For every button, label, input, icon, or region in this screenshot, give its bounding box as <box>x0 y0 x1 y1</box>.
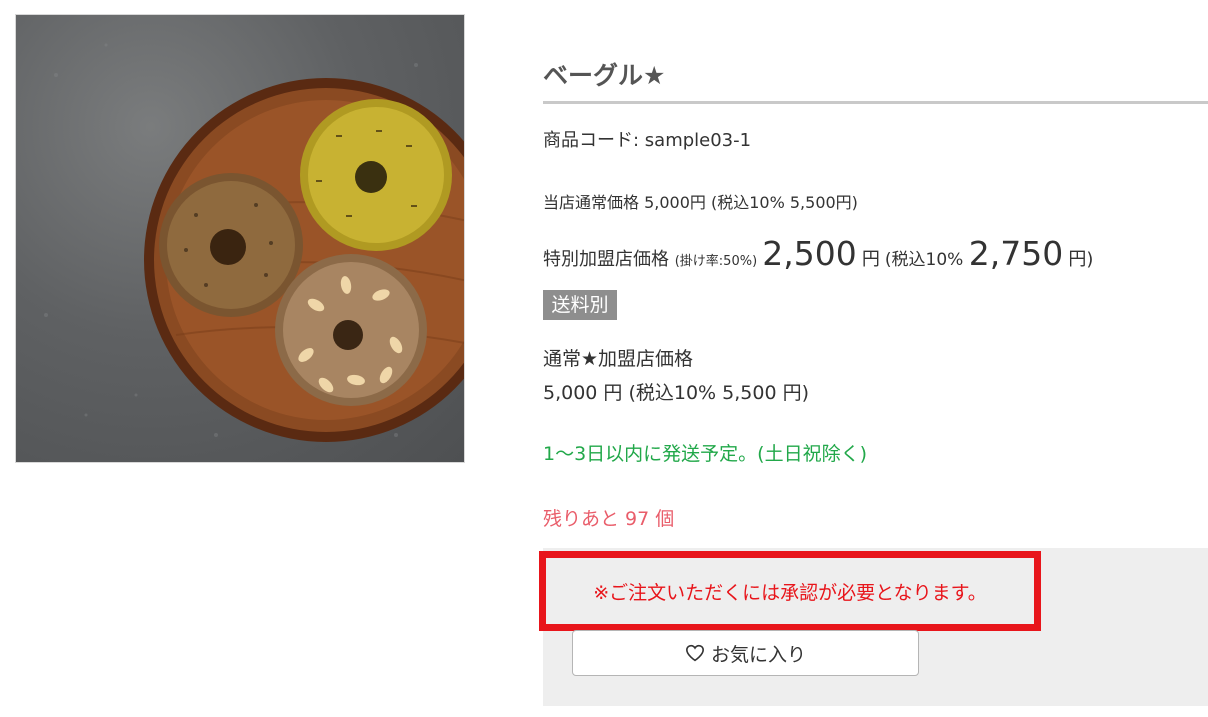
approval-notice: ※ご注文いただくには承認が必要となります。 <box>539 551 1041 631</box>
shipping-schedule: 1～3日以内に発送予定。(土日祝除く) <box>543 443 868 465</box>
approval-notice-text: ※ご注文いただくには承認が必要となります。 <box>593 581 987 604</box>
special-price-line: 特別加盟店価格 (掛け率:50%) 2,500 円 (税込10% 2,750 円… <box>543 234 1093 273</box>
special-tax-prefix: (税込10% <box>884 250 969 270</box>
shipping-badge: 送料別 <box>543 290 617 320</box>
member-price-label: 通常★加盟店価格 <box>543 348 694 370</box>
favorite-label: お気に入り <box>710 643 806 666</box>
favorite-button[interactable]: お気に入り <box>572 630 919 676</box>
product-title: ベーグル★ <box>543 61 666 90</box>
product-image[interactable] <box>15 14 465 463</box>
discount-rate: (掛け率:50%) <box>674 254 758 269</box>
normal-price: 当店通常価格 5,000円 (税込10% 5,500円) <box>543 193 858 212</box>
title-divider <box>543 101 1208 104</box>
product-code: 商品コード: sample03-1 <box>543 130 752 151</box>
special-price-value: 2,500 <box>762 234 857 273</box>
heart-icon <box>685 644 705 662</box>
stock-remaining: 残りあと 97 個 <box>543 508 675 530</box>
special-price-unit: 円 <box>861 249 880 270</box>
product-photo-illustration <box>44 43 464 442</box>
special-tax-price: 2,750 <box>968 234 1064 273</box>
member-price-value: 5,000 円 (税込10% 5,500 円) <box>543 382 810 404</box>
special-price-label: 特別加盟店価格 <box>543 249 675 270</box>
special-tax-suffix: 円) <box>1068 249 1094 270</box>
